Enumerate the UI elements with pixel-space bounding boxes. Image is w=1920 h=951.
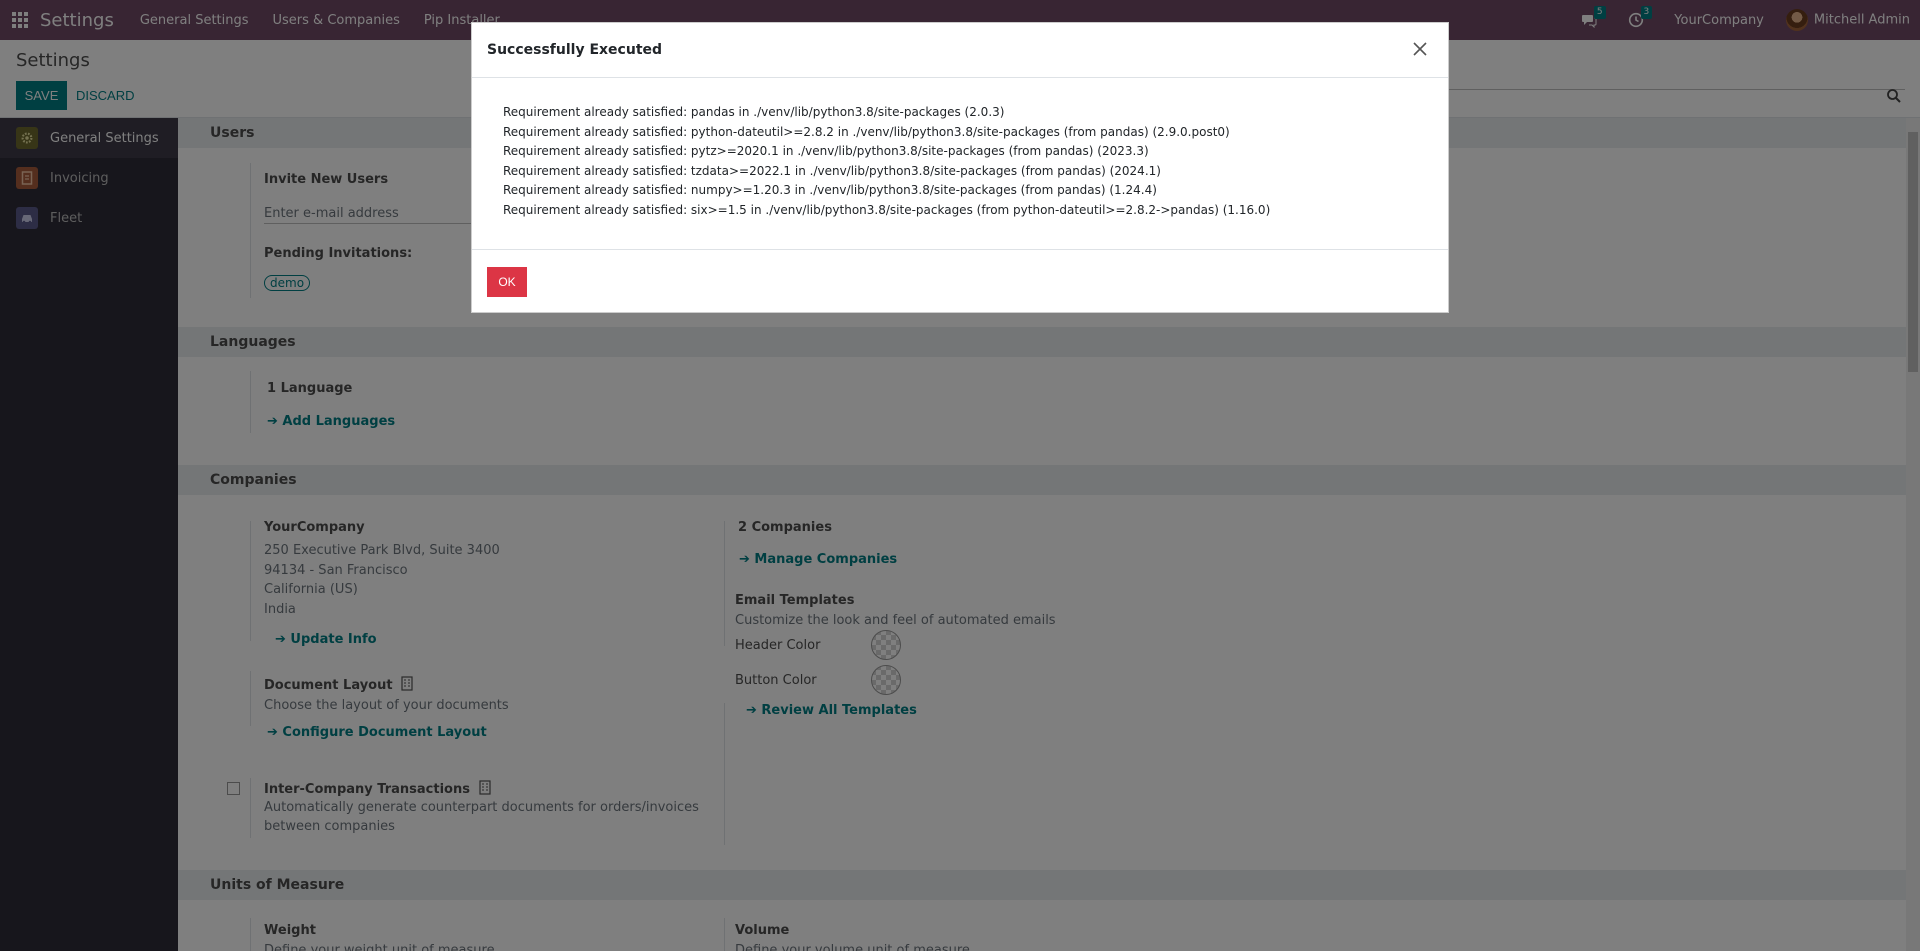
pip-output-line: Requirement already satisfied: tzdata>=2…	[503, 163, 1161, 178]
dialog-footer: OK	[472, 250, 1448, 313]
pip-output-line: Requirement already satisfied: pandas in…	[503, 105, 1005, 119]
success-dialog: Successfully Executed Requirement alread…	[471, 22, 1449, 313]
dialog-header: Successfully Executed	[472, 23, 1448, 78]
dialog-body: Requirement already satisfied: pandas in…	[472, 78, 1448, 250]
pip-output-line: Requirement already satisfied: pytz>=202…	[503, 144, 1149, 159]
close-icon[interactable]	[1412, 41, 1428, 57]
pip-output-line: Requirement already satisfied: numpy>=1.…	[503, 183, 1157, 198]
pip-output-line: Requirement already satisfied: six>=1.5 …	[503, 202, 1271, 217]
ok-button[interactable]: OK	[487, 267, 527, 297]
dialog-title: Successfully Executed	[487, 42, 663, 58]
pip-output-line: Requirement already satisfied: python-da…	[503, 124, 1230, 139]
